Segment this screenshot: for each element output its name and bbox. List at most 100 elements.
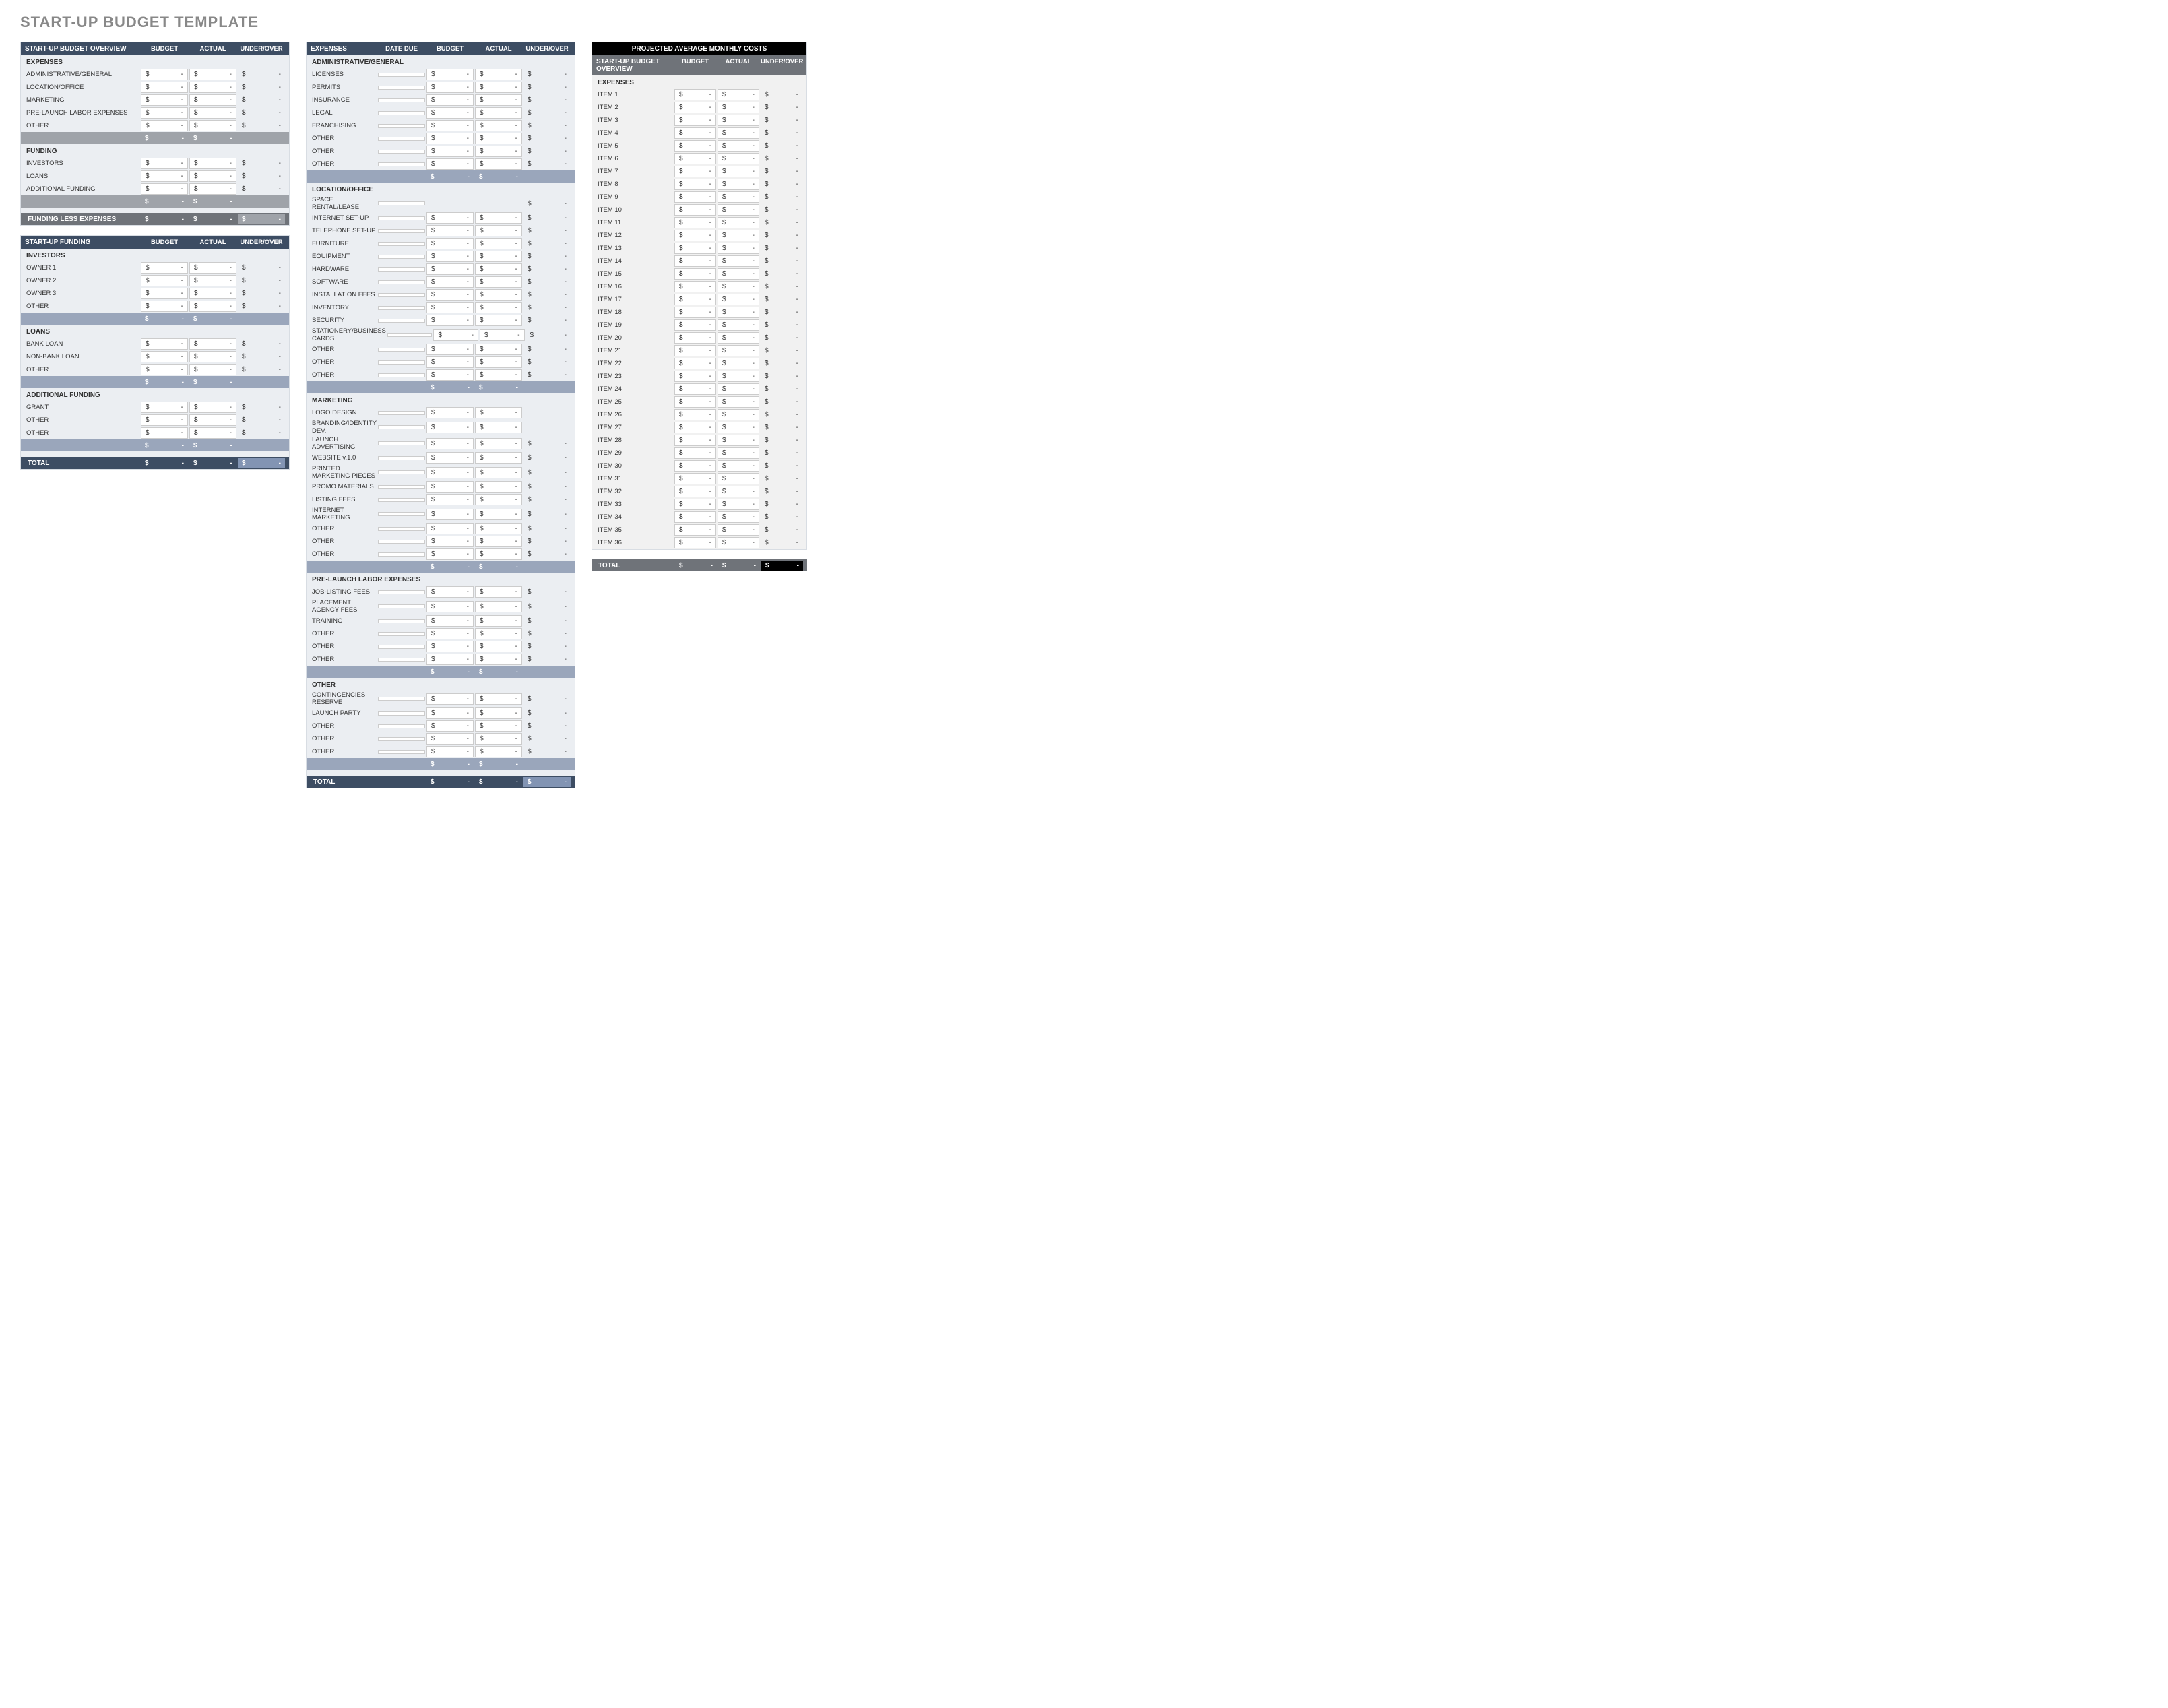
money-cell[interactable]: $- xyxy=(141,402,188,413)
money-cell[interactable]: $- xyxy=(189,158,236,169)
money-cell[interactable]: $- xyxy=(718,115,759,126)
money-cell[interactable]: $- xyxy=(718,524,759,536)
money-cell[interactable]: $- xyxy=(674,115,716,126)
money-cell[interactable]: $- xyxy=(475,422,522,433)
money-cell[interactable]: $- xyxy=(426,707,474,719)
money-cell[interactable]: $- xyxy=(426,481,474,493)
money-cell[interactable]: $- xyxy=(141,275,188,286)
money-cell[interactable]: $- xyxy=(718,204,759,216)
money-cell[interactable]: $- xyxy=(426,628,474,639)
date-input[interactable] xyxy=(378,360,425,365)
money-cell[interactable]: $- xyxy=(426,509,474,520)
money-cell[interactable]: $- xyxy=(189,107,236,119)
money-cell[interactable]: $- xyxy=(674,191,716,203)
money-cell[interactable]: $- xyxy=(189,414,236,426)
money-cell[interactable]: $- xyxy=(189,364,236,375)
money-cell[interactable]: $- xyxy=(718,153,759,164)
money-cell[interactable]: $- xyxy=(426,641,474,652)
money-cell[interactable]: $- xyxy=(426,586,474,598)
money-cell[interactable]: $- xyxy=(189,183,236,195)
money-cell[interactable]: $- xyxy=(674,230,716,241)
money-cell[interactable]: $- xyxy=(141,427,188,439)
money-cell[interactable]: $- xyxy=(718,345,759,356)
money-cell[interactable]: $- xyxy=(475,707,522,719)
money-cell[interactable]: $- xyxy=(674,409,716,420)
date-input[interactable] xyxy=(378,162,425,166)
date-input[interactable] xyxy=(378,111,425,115)
money-cell[interactable]: $- xyxy=(674,243,716,254)
date-input[interactable] xyxy=(378,150,425,154)
money-cell[interactable]: $- xyxy=(475,238,522,249)
money-cell[interactable]: $- xyxy=(475,509,522,520)
money-cell[interactable]: $- xyxy=(674,383,716,395)
money-cell[interactable]: $- xyxy=(426,344,474,355)
money-cell[interactable]: $- xyxy=(475,289,522,301)
money-cell[interactable]: $- xyxy=(433,329,478,341)
money-cell[interactable]: $- xyxy=(674,102,716,113)
money-cell[interactable]: $- xyxy=(674,319,716,331)
money-cell[interactable]: $- xyxy=(475,94,522,106)
money-cell[interactable]: $- xyxy=(674,537,716,548)
money-cell[interactable]: $- xyxy=(718,319,759,331)
money-cell[interactable]: $- xyxy=(718,409,759,420)
money-cell[interactable]: $- xyxy=(718,460,759,472)
date-input[interactable] xyxy=(378,293,425,297)
money-cell[interactable]: $- xyxy=(426,407,474,418)
date-input[interactable] xyxy=(378,619,425,623)
money-cell[interactable]: $- xyxy=(674,268,716,280)
money-cell[interactable]: $- xyxy=(674,153,716,164)
money-cell[interactable]: $- xyxy=(674,294,716,305)
money-cell[interactable]: $- xyxy=(718,371,759,382)
money-cell[interactable]: $- xyxy=(475,654,522,665)
money-cell[interactable]: $- xyxy=(475,146,522,157)
money-cell[interactable]: $- xyxy=(480,329,525,341)
money-cell[interactable]: $- xyxy=(426,733,474,745)
money-cell[interactable]: $- xyxy=(475,369,522,381)
money-cell[interactable]: $- xyxy=(426,289,474,301)
date-input[interactable] xyxy=(378,645,425,649)
money-cell[interactable]: $- xyxy=(475,438,522,449)
money-cell[interactable]: $- xyxy=(475,158,522,170)
money-cell[interactable]: $- xyxy=(475,693,522,705)
money-cell[interactable]: $- xyxy=(475,641,522,652)
money-cell[interactable]: $- xyxy=(674,473,716,484)
money-cell[interactable]: $- xyxy=(141,183,188,195)
money-cell[interactable]: $- xyxy=(426,615,474,627)
date-input[interactable] xyxy=(378,697,425,701)
money-cell[interactable]: $- xyxy=(718,537,759,548)
money-cell[interactable]: $- xyxy=(718,268,759,280)
money-cell[interactable]: $- xyxy=(718,473,759,484)
money-cell[interactable]: $- xyxy=(475,720,522,732)
money-cell[interactable]: $- xyxy=(718,447,759,459)
money-cell[interactable]: $- xyxy=(718,307,759,318)
date-input[interactable] xyxy=(378,604,425,608)
money-cell[interactable]: $- xyxy=(189,402,236,413)
date-input[interactable] xyxy=(387,333,433,337)
date-input[interactable] xyxy=(378,456,425,460)
money-cell[interactable]: $- xyxy=(189,275,236,286)
date-input[interactable] xyxy=(378,124,425,128)
money-cell[interactable]: $- xyxy=(475,302,522,313)
money-cell[interactable]: $- xyxy=(426,720,474,732)
money-cell[interactable]: $- xyxy=(718,332,759,344)
money-cell[interactable]: $- xyxy=(718,127,759,139)
money-cell[interactable]: $- xyxy=(674,332,716,344)
money-cell[interactable]: $- xyxy=(141,107,188,119)
date-input[interactable] xyxy=(378,485,425,489)
money-cell[interactable]: $- xyxy=(475,225,522,236)
money-cell[interactable]: $- xyxy=(475,276,522,288)
date-input[interactable] xyxy=(378,280,425,284)
money-cell[interactable]: $- xyxy=(718,179,759,190)
money-cell[interactable]: $- xyxy=(475,356,522,368)
money-cell[interactable]: $- xyxy=(426,315,474,326)
money-cell[interactable]: $- xyxy=(674,358,716,369)
money-cell[interactable]: $- xyxy=(141,82,188,93)
date-input[interactable] xyxy=(378,470,425,474)
money-cell[interactable]: $- xyxy=(189,427,236,439)
date-input[interactable] xyxy=(378,348,425,352)
date-input[interactable] xyxy=(378,750,425,754)
money-cell[interactable]: $- xyxy=(674,447,716,459)
money-cell[interactable]: $- xyxy=(189,262,236,274)
money-cell[interactable]: $- xyxy=(141,351,188,362)
date-input[interactable] xyxy=(378,86,425,90)
